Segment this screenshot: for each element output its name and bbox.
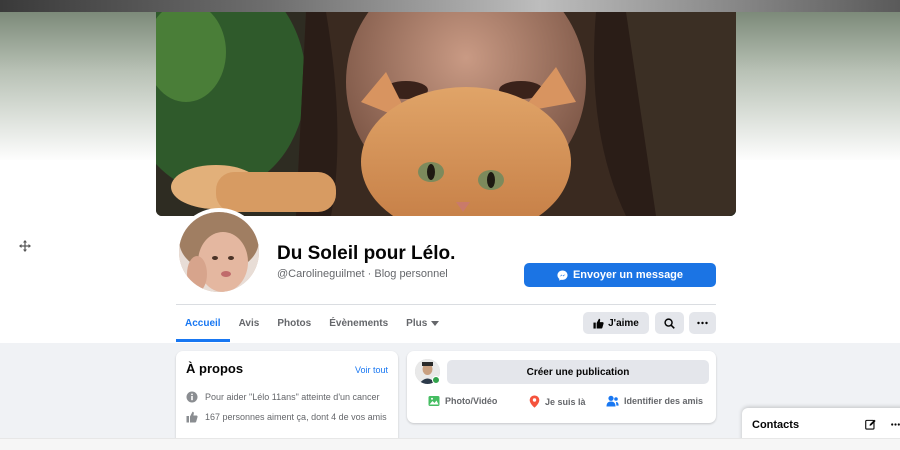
search-button[interactable] — [655, 312, 684, 334]
more-options-button[interactable] — [689, 312, 716, 334]
browser-top-strip — [0, 0, 900, 12]
checkin-label: Je suis là — [545, 396, 586, 407]
tab-label: Avis — [238, 318, 260, 329]
chevron-down-icon — [431, 321, 440, 326]
about-card: À propos Voir tout Pour aider "Lélo 11an… — [176, 351, 398, 450]
page-subtitle: @Carolineguilmet · Blog personnel — [277, 268, 448, 280]
tab-photos[interactable]: Photos — [268, 312, 320, 342]
tab-plus[interactable]: Plus — [397, 312, 448, 342]
header-divider — [176, 304, 716, 305]
like-label: J'aime — [608, 317, 639, 329]
edit-icon[interactable] — [865, 419, 876, 430]
send-message-button[interactable]: Envoyer un message — [524, 263, 716, 287]
create-post-card: Créer une publication Photo/Vidéo Je sui… — [407, 351, 716, 423]
tag-friends-label: Identifier des amis — [624, 396, 704, 406]
more-dots-icon[interactable] — [891, 423, 900, 426]
see-all-link[interactable]: Voir tout — [355, 365, 388, 375]
thumbs-up-icon — [593, 318, 604, 329]
move-cursor-icon — [19, 240, 31, 252]
bottom-strip — [0, 438, 900, 450]
online-status-dot — [432, 376, 440, 384]
location-pin-icon — [529, 395, 540, 408]
cover-photo[interactable] — [156, 12, 736, 216]
about-description: Pour aider "Lélo 11ans" atteinte d'un ca… — [205, 392, 380, 402]
photo-video-action[interactable]: Photo/Vidéo — [428, 395, 497, 407]
info-icon — [186, 391, 198, 403]
contacts-label: Contacts — [752, 419, 800, 431]
page-title: Du Soleil pour Lélo. — [277, 243, 456, 264]
send-message-label: Envoyer un message — [572, 269, 684, 281]
tab-label: Évènements — [329, 318, 389, 329]
tab-evenements[interactable]: Évènements — [320, 312, 397, 342]
search-icon — [664, 317, 675, 329]
photo-icon — [428, 396, 440, 406]
about-likes: 167 personnes aiment ça, dont 4 de vos a… — [205, 412, 387, 422]
tab-label: Plus — [406, 318, 428, 329]
tab-label: Accueil — [185, 318, 221, 329]
page-tabs: Accueil Avis Photos Évènements Plus — [176, 312, 448, 342]
tab-avis[interactable]: Avis — [230, 312, 269, 342]
profile-avatar[interactable] — [175, 208, 263, 296]
about-title: À propos — [186, 361, 244, 376]
tab-accueil[interactable]: Accueil — [176, 312, 230, 342]
tag-friends-action[interactable]: Identifier des amis — [606, 395, 703, 407]
checkin-action[interactable]: Je suis là — [529, 395, 586, 408]
create-post-button[interactable]: Créer une publication — [447, 360, 709, 384]
thumbs-up-icon — [186, 411, 198, 423]
tag-people-icon — [606, 395, 619, 407]
about-row-likes: 167 personnes aiment ça, dont 4 de vos a… — [186, 411, 391, 423]
more-dots-icon — [697, 321, 708, 325]
photo-video-label: Photo/Vidéo — [445, 396, 498, 406]
like-page-button[interactable]: J'aime — [583, 312, 649, 334]
tab-label: Photos — [277, 318, 312, 329]
messenger-icon — [557, 269, 568, 281]
about-row-description: Pour aider "Lélo 11ans" atteinte d'un ca… — [186, 391, 391, 403]
